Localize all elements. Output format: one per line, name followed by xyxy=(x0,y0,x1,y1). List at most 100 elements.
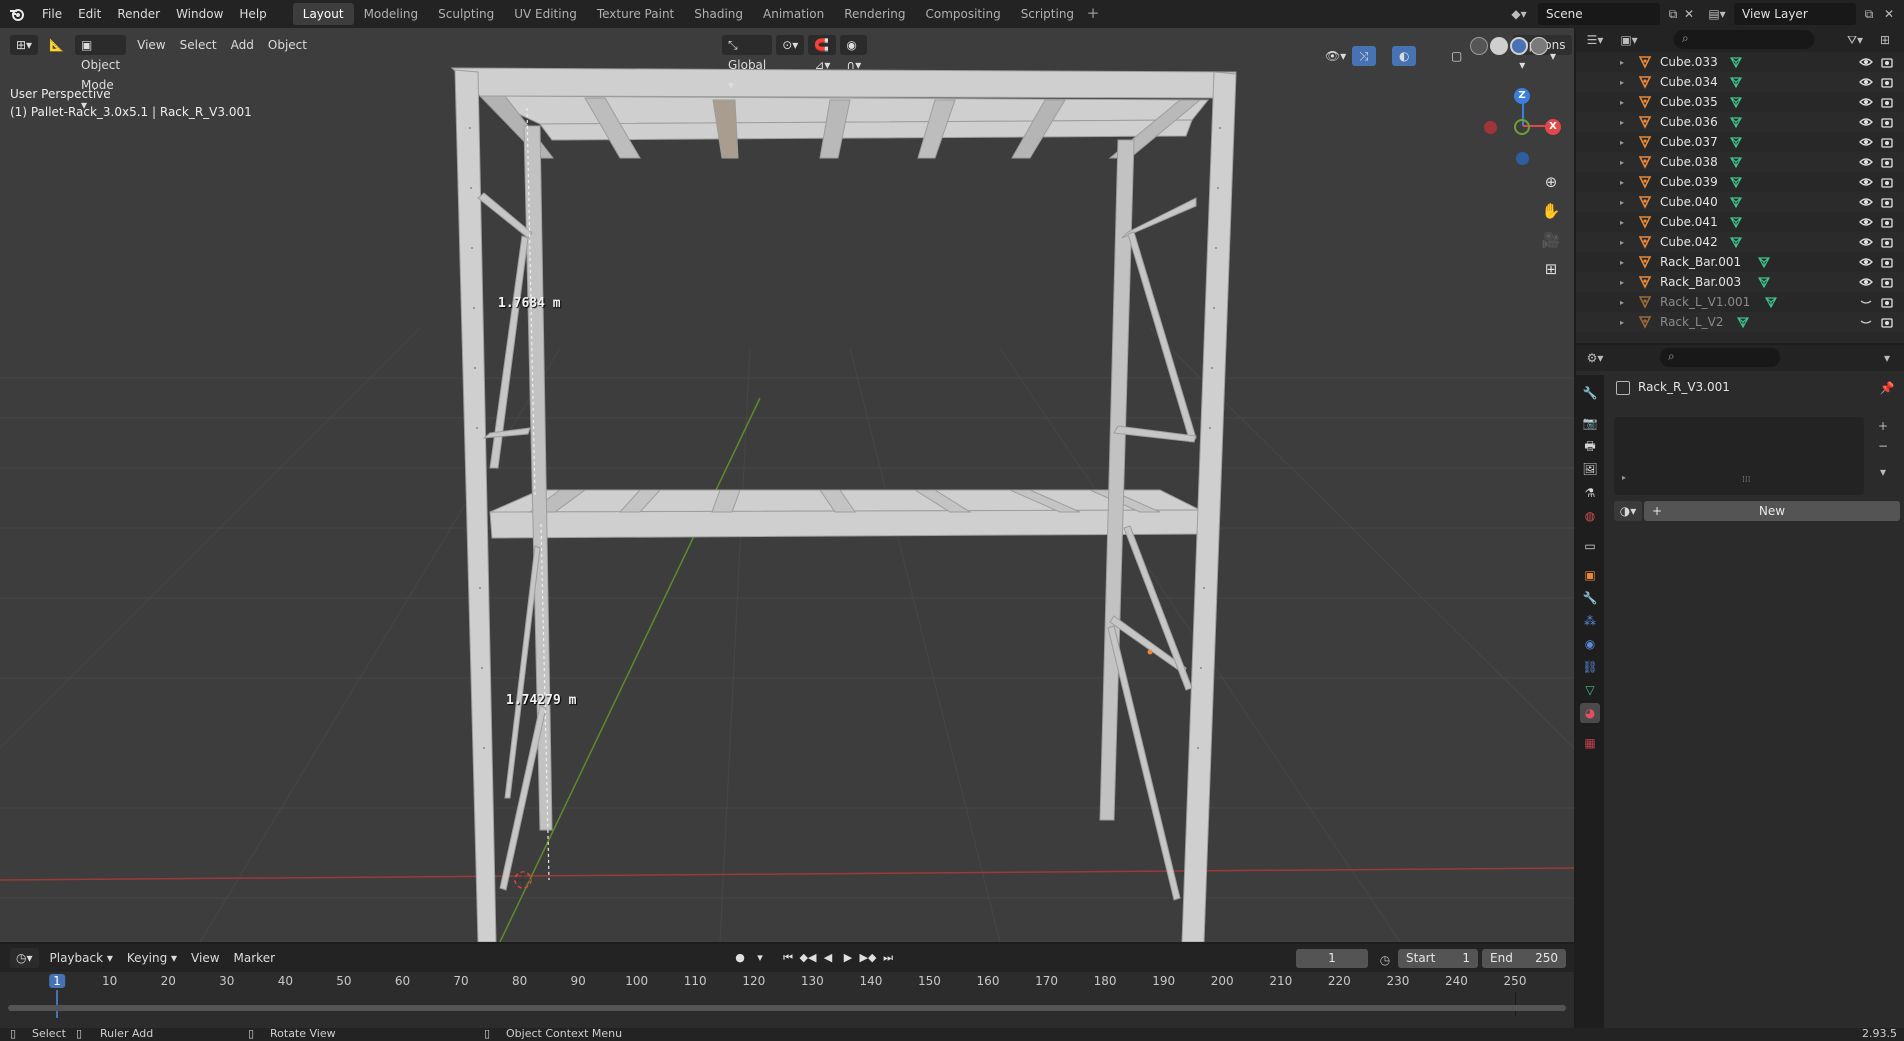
mesh-data-icon[interactable] xyxy=(1757,275,1771,289)
render-camera-icon[interactable] xyxy=(1880,155,1894,169)
disclosure-triangle-icon[interactable]: ▸ xyxy=(1620,138,1624,147)
visibility-eye-icon[interactable] xyxy=(1859,75,1873,89)
preview-range-icon[interactable]: ◷ xyxy=(1374,949,1396,971)
menu-view[interactable]: View xyxy=(130,35,172,55)
disclosure-triangle-icon[interactable]: ▸ xyxy=(1620,318,1624,327)
end-frame-field[interactable]: End 250 xyxy=(1482,949,1566,968)
blender-logo-icon[interactable] xyxy=(0,0,34,28)
play-icon[interactable]: ▶ xyxy=(838,948,858,968)
rendered-shading-icon[interactable] xyxy=(1530,37,1548,55)
add-material-slot-icon[interactable]: + xyxy=(1872,415,1894,437)
mesh-data-icon[interactable] xyxy=(1757,255,1771,269)
render-camera-icon[interactable] xyxy=(1880,175,1894,189)
tab-shading[interactable]: Shading xyxy=(684,3,753,25)
render-camera-icon[interactable] xyxy=(1880,275,1894,289)
jump-start-icon[interactable]: ⏮ xyxy=(778,948,798,968)
disclosure-triangle-icon[interactable]: ▸ xyxy=(1620,118,1624,127)
delete-view-layer-icon[interactable]: ✕ xyxy=(1878,3,1900,25)
3d-viewport[interactable]: ⊞▾ 📐 ▣ Object Mode ▾ View Select Add Obj… xyxy=(0,28,1574,942)
visibility-eye-icon[interactable] xyxy=(1859,175,1873,189)
start-frame-field[interactable]: Start 1 xyxy=(1398,949,1478,968)
solid-shading-icon[interactable] xyxy=(1490,37,1508,55)
disclosure-triangle-icon[interactable]: ▸ xyxy=(1620,178,1624,187)
active-tool-icon[interactable]: 📐 xyxy=(42,35,71,55)
object-mode-dropdown[interactable]: ▣ Object Mode ▾ xyxy=(75,35,127,112)
render-camera-icon[interactable] xyxy=(1880,295,1894,309)
tab-scripting[interactable]: Scripting xyxy=(1011,3,1084,25)
outliner-item[interactable]: ▸ Cube.036 xyxy=(1576,112,1904,132)
current-frame-field[interactable]: 1 xyxy=(1296,949,1368,968)
gizmo-z-axis[interactable]: Z xyxy=(1514,88,1530,104)
tab-sculpting[interactable]: Sculpting xyxy=(428,3,504,25)
camera-view-icon[interactable]: 🎥 xyxy=(1537,226,1565,254)
keying-menu[interactable]: Keying ▾ xyxy=(120,948,184,968)
material-slot-list[interactable]: ▸ ⁞⁞⁞ xyxy=(1614,417,1864,495)
jump-keyframe-back-icon[interactable]: ◆◀ xyxy=(798,948,818,968)
menu-window[interactable]: Window xyxy=(168,3,231,25)
gizmo-neg-x-axis[interactable] xyxy=(1484,121,1497,134)
resize-handle-icon[interactable]: ⁞⁞⁞ xyxy=(1742,475,1751,485)
outliner-item[interactable]: ▸ Cube.038 xyxy=(1576,152,1904,172)
perspective-toggle-icon[interactable]: ⊞ xyxy=(1537,255,1565,283)
mesh-data-icon[interactable] xyxy=(1729,135,1743,149)
view-layer-selector-icon[interactable]: ▤▾ xyxy=(1706,3,1728,25)
view-layer-field[interactable]: View Layer xyxy=(1734,3,1856,25)
world-tab-icon[interactable]: ◍ xyxy=(1580,506,1600,526)
mesh-data-icon[interactable] xyxy=(1736,315,1750,329)
visibility-eye-icon[interactable] xyxy=(1859,295,1873,309)
disclosure-triangle-icon[interactable]: ▸ xyxy=(1620,298,1624,307)
visibility-eye-icon[interactable] xyxy=(1859,275,1873,289)
render-camera-icon[interactable] xyxy=(1880,235,1894,249)
material-specials-icon[interactable]: ▾ xyxy=(1872,461,1894,483)
outliner-item[interactable]: ▸ Cube.039 xyxy=(1576,172,1904,192)
zoom-icon[interactable]: ⊕ xyxy=(1537,168,1565,196)
visibility-eye-icon[interactable] xyxy=(1859,255,1873,269)
outliner-item[interactable]: ▸ Cube.035 xyxy=(1576,92,1904,112)
menu-edit[interactable]: Edit xyxy=(70,3,109,25)
filter-icon[interactable]: ⛛▾ xyxy=(1844,29,1866,51)
texture-tab-icon[interactable]: ▦ xyxy=(1580,733,1600,753)
mesh-data-icon[interactable] xyxy=(1729,115,1743,129)
outliner-item[interactable]: ▸ Rack_Bar.003 xyxy=(1576,272,1904,292)
timeline-view-menu[interactable]: View xyxy=(184,948,226,968)
render-camera-icon[interactable] xyxy=(1880,75,1894,89)
disclosure-triangle-icon[interactable]: ▸ xyxy=(1620,158,1624,167)
mesh-data-icon[interactable] xyxy=(1729,215,1743,229)
pin-icon[interactable]: 📌 xyxy=(1876,377,1898,399)
disclosure-triangle-icon[interactable]: ▸ xyxy=(1620,98,1624,107)
scene-selector-icon[interactable]: ◆▾ xyxy=(1508,3,1530,25)
gizmo-neg-z-axis[interactable] xyxy=(1516,152,1529,165)
modifier-tab-icon[interactable]: 🔧 xyxy=(1580,588,1600,608)
render-camera-icon[interactable] xyxy=(1880,95,1894,109)
jump-end-icon[interactable]: ⏭ xyxy=(878,948,898,968)
visibility-eye-icon[interactable] xyxy=(1859,235,1873,249)
gizmo-y-axis[interactable] xyxy=(1514,119,1530,135)
outliner-item[interactable]: ▸ Rack_L_V2 xyxy=(1576,312,1904,332)
mesh-data-icon[interactable] xyxy=(1764,295,1778,309)
render-camera-icon[interactable] xyxy=(1880,55,1894,69)
properties-editor-type-icon[interactable]: ⚙▾ xyxy=(1584,347,1606,369)
material-tab-icon[interactable]: ◕ xyxy=(1580,703,1600,723)
frame-ruler[interactable]: 1 10 20 30 40 50 60 70 80 90 100 110 120 130 140 150 160… xyxy=(0,972,1574,1018)
gizmo-x-axis[interactable]: X xyxy=(1545,119,1561,135)
mesh-data-icon[interactable] xyxy=(1729,55,1743,69)
menu-add[interactable]: Add xyxy=(224,35,261,55)
data-tab-icon[interactable]: ▽ xyxy=(1580,680,1600,700)
display-mode-icon[interactable]: ▣▾ xyxy=(1618,29,1640,51)
remove-material-slot-icon[interactable]: − xyxy=(1872,435,1894,457)
playback-menu[interactable]: Playback ▾ xyxy=(43,948,120,968)
outliner-editor-type-icon[interactable]: ☰▾ xyxy=(1584,29,1606,51)
menu-file[interactable]: File xyxy=(34,3,70,25)
outliner-item[interactable]: ▸ Cube.042 xyxy=(1576,232,1904,252)
view-layer-tab-icon[interactable]: 🖼 xyxy=(1580,459,1600,479)
transform-orientation-dropdown[interactable]: ⤡ Global ▾ xyxy=(721,35,773,92)
disclosure-triangle-icon[interactable]: ▸ xyxy=(1620,218,1624,227)
menu-help[interactable]: Help xyxy=(231,3,274,25)
xray-toggle-icon[interactable]: ▢ xyxy=(1444,46,1469,66)
outliner-item[interactable]: ▸ Cube.037 xyxy=(1576,132,1904,152)
outliner-item[interactable]: ▸ Cube.033 xyxy=(1576,52,1904,72)
visibility-eye-icon[interactable] xyxy=(1859,155,1873,169)
tab-uv-editing[interactable]: UV Editing xyxy=(504,3,587,25)
outliner-item[interactable]: ▸ Cube.040 xyxy=(1576,192,1904,212)
new-view-layer-icon[interactable]: ⧉ xyxy=(1858,3,1880,25)
